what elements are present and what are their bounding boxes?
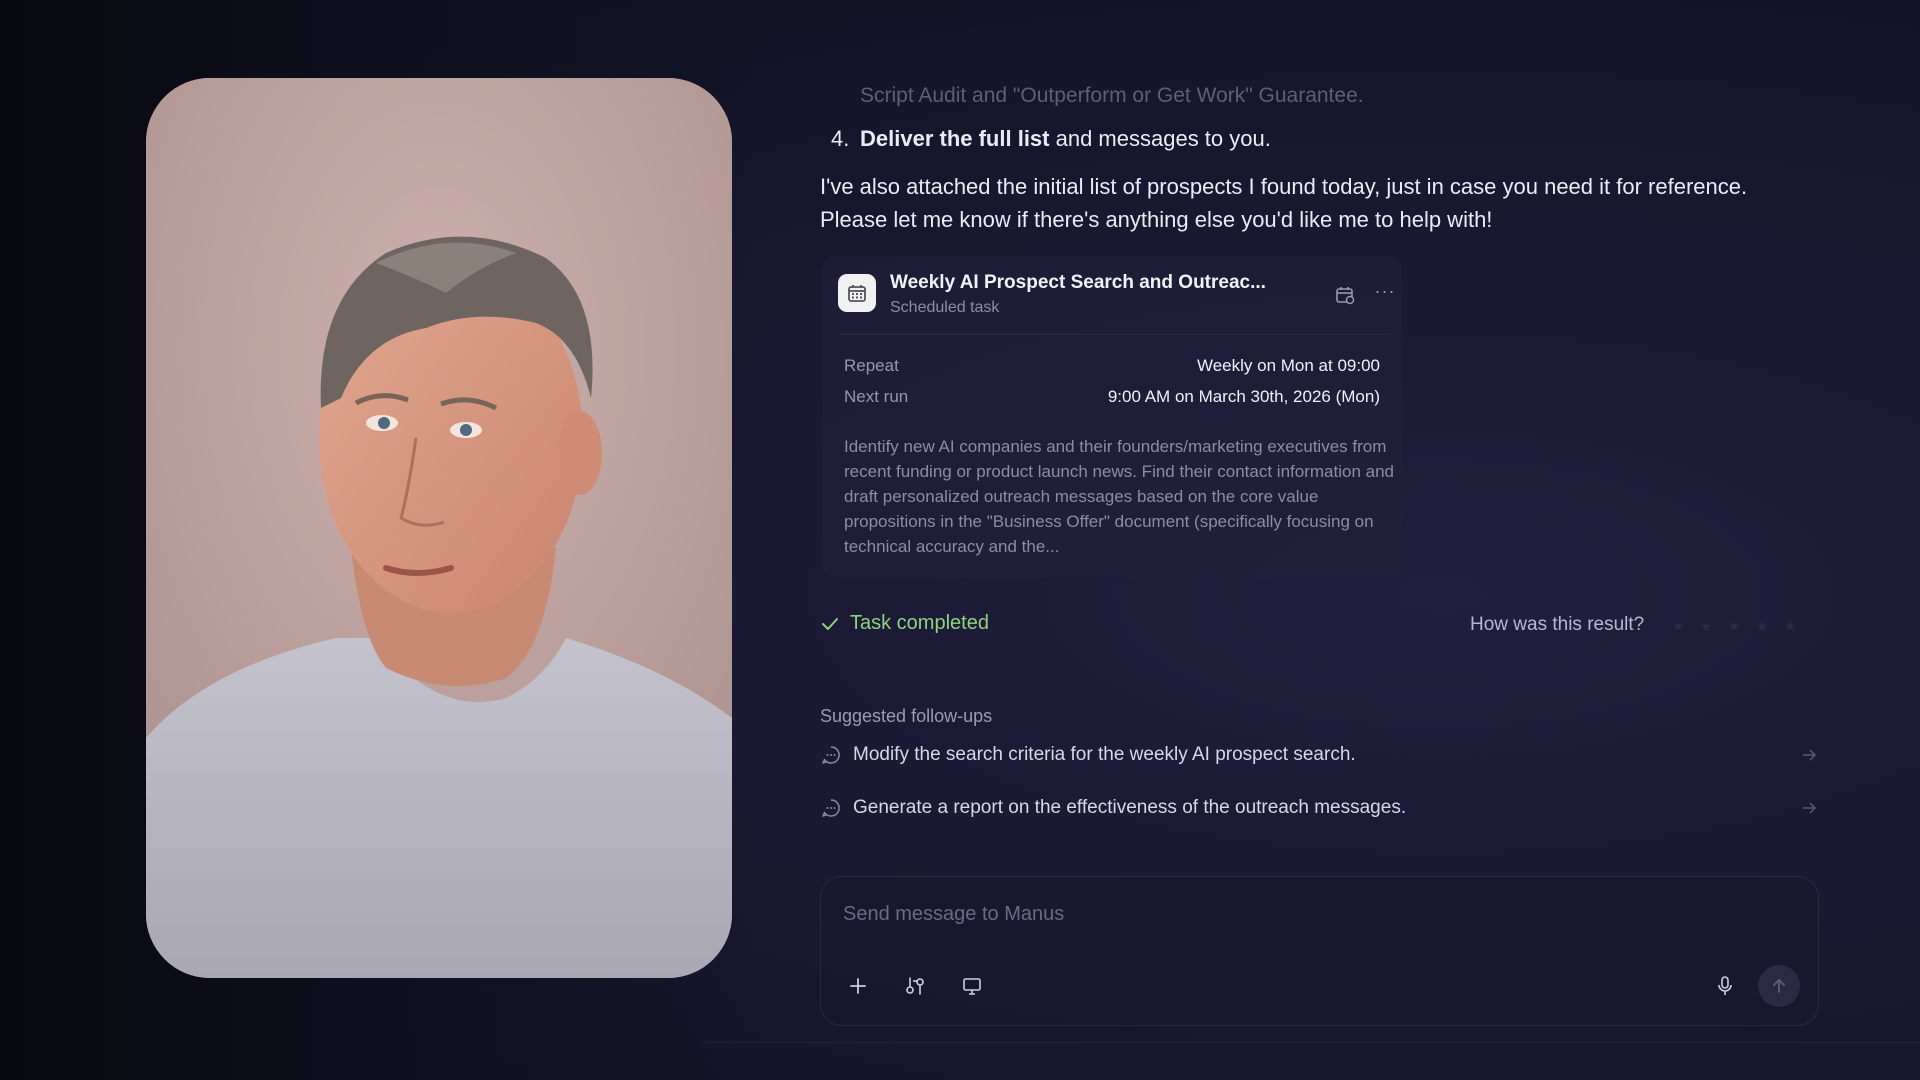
message-composer bbox=[820, 876, 1819, 1026]
next-run-label: Next run bbox=[844, 387, 909, 406]
arrow-right-icon bbox=[1803, 802, 1817, 814]
connectors-icon[interactable] bbox=[902, 973, 928, 999]
previous-message-line: Script Audit and "Outperform or Get Work… bbox=[860, 84, 1364, 106]
edit-schedule-icon[interactable] bbox=[1334, 284, 1356, 306]
more-options-icon[interactable]: ··· bbox=[1374, 282, 1396, 306]
send-arrow-icon bbox=[1773, 978, 1785, 993]
presenter-video bbox=[146, 78, 732, 978]
presenter-image bbox=[146, 78, 732, 978]
task-subtitle: Scheduled task bbox=[890, 299, 1000, 316]
calendar-icon bbox=[838, 274, 876, 312]
divider bbox=[700, 1042, 1920, 1043]
repeat-value: Weekly on Mon at 09:00 bbox=[1196, 356, 1380, 375]
message-line-1: I've also attached the initial list of p… bbox=[820, 174, 1748, 199]
followup-label: Generate a report on the effectiveness o… bbox=[853, 797, 1407, 818]
divider bbox=[840, 334, 1388, 335]
rating-prompt: How was this result? bbox=[1470, 614, 1645, 635]
star-icon[interactable]: ★ bbox=[1756, 619, 1770, 633]
message-line-2: Please let me know if there's anything e… bbox=[820, 207, 1493, 232]
scheduled-task-card[interactable]: Weekly AI Prospect Search and Outreac...… bbox=[822, 256, 1402, 578]
task-title: Weekly AI Prospect Search and Outreac... bbox=[890, 272, 1266, 293]
task-description: Identify new AI companies and their foun… bbox=[844, 437, 1394, 556]
star-icon[interactable]: ★ bbox=[1784, 619, 1798, 633]
plus-icon[interactable] bbox=[845, 973, 871, 999]
star-icon[interactable]: ★ bbox=[1672, 619, 1686, 633]
computer-icon[interactable] bbox=[959, 973, 985, 999]
check-icon bbox=[822, 617, 838, 630]
followup-item[interactable]: Generate a report on the effectiveness o… bbox=[820, 793, 1818, 823]
followup-item[interactable]: Modify the search criteria for the weekl… bbox=[820, 740, 1818, 770]
list-number: 4. bbox=[831, 126, 850, 151]
list-item-deliver: 4. Deliver the full list and messages to … bbox=[831, 126, 1271, 152]
star-icon[interactable]: ★ bbox=[1700, 619, 1714, 633]
arrow-right-icon bbox=[1803, 749, 1817, 761]
list-item-bold: Deliver the full list bbox=[860, 126, 1050, 151]
assistant-message: I've also attached the initial list of p… bbox=[820, 170, 1810, 236]
task-completed-label: Task completed bbox=[850, 612, 989, 634]
send-button[interactable] bbox=[1758, 965, 1800, 1007]
star-icon[interactable]: ★ bbox=[1728, 619, 1742, 633]
list-item-rest: and messages to you. bbox=[1049, 126, 1271, 151]
followup-label: Modify the search criteria for the weekl… bbox=[853, 744, 1356, 765]
next-run-value: 9:00 AM on March 30th, 2026 (Mon) bbox=[1107, 387, 1380, 406]
chat-bubble-icon bbox=[822, 799, 840, 817]
repeat-label: Repeat bbox=[844, 356, 899, 375]
message-input[interactable] bbox=[843, 899, 1743, 929]
microphone-icon[interactable] bbox=[1712, 973, 1738, 999]
rating-stars[interactable]: ★ ★ ★ ★ ★ bbox=[1672, 619, 1798, 633]
chat-bubble-icon bbox=[822, 746, 840, 764]
task-completed-status: Task completed bbox=[820, 612, 989, 635]
followups-title: Suggested follow-ups bbox=[820, 706, 993, 726]
chat-panel: Script Audit and "Outperform or Get Work… bbox=[820, 0, 1820, 1080]
